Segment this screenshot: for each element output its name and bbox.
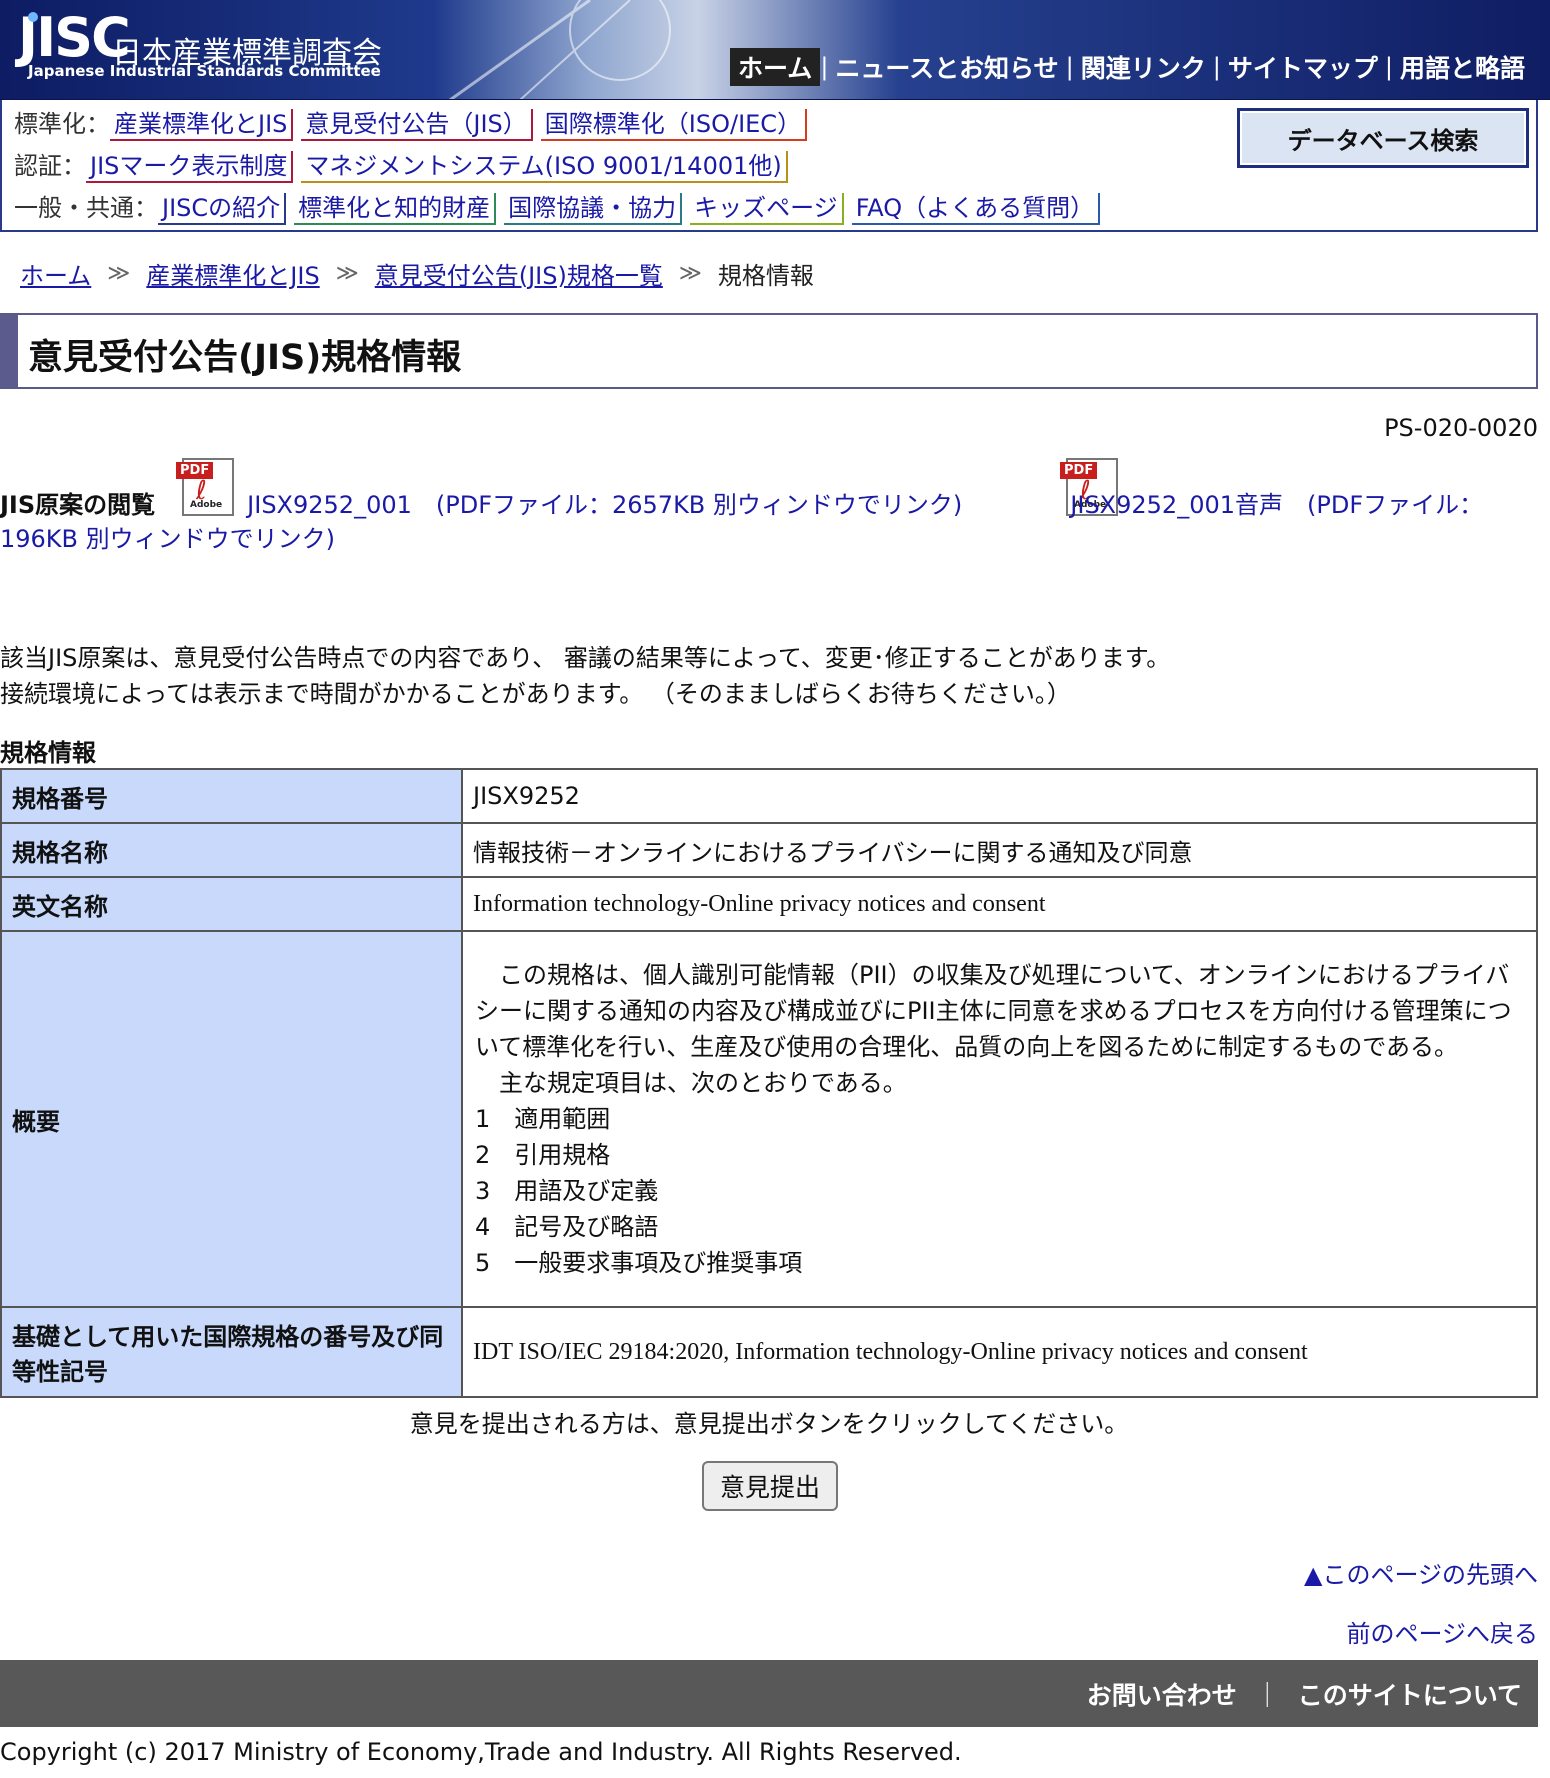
spec-key: 概要 xyxy=(0,930,463,1308)
nav-glossary[interactable]: 用語と略語 xyxy=(1393,49,1532,85)
breadcrumb-home[interactable]: ホーム xyxy=(20,256,91,291)
notice-line: 該当JIS原案は、意見受付公告時点での内容であり、 審議の結果等によって、変更･… xyxy=(0,644,1171,672)
table-row: 規格名称 情報技術－オンラインにおけるプライバシーに関する通知及び同意 xyxy=(0,822,1538,878)
catnav-link-jis-mark[interactable]: JISマーク表示制度 xyxy=(86,151,294,183)
footer-about-link[interactable]: このサイトについて xyxy=(1298,1676,1522,1712)
back-to-top-link[interactable]: ▲このページの先頭へ xyxy=(1304,1555,1538,1590)
spec-value-english: Information technology-Online privacy no… xyxy=(461,876,1538,932)
catnav-label: 一般・共通： xyxy=(14,194,158,222)
footer-separator: ｜ xyxy=(1254,1680,1280,1710)
pdf-label: PDF xyxy=(176,462,214,479)
nav-separator: | xyxy=(1384,53,1393,81)
notice-line: 接続環境によっては表示まで時間がかかることがあります。 （そのまましばらくお待ち… xyxy=(0,680,1071,708)
spec-value-summary: この規格は、個人識別可能情報（PII）の収集及び処理について、オンラインにおける… xyxy=(461,930,1538,1308)
breadcrumb-chevron-icon: ≫ xyxy=(107,261,131,286)
spec-heading: 規格情報 xyxy=(0,739,96,767)
catnav-link-kids[interactable]: キッズページ xyxy=(690,193,844,225)
breadcrumb-chevron-icon: ≫ xyxy=(335,261,359,286)
catnav-link-management-system[interactable]: マネジメントシステム(ISO 9001/14001他) xyxy=(301,151,788,183)
pdf-link-main[interactable]: JISX9252_001 (PDFファイル：2657KB 別ウィンドウでリンク) xyxy=(247,491,986,519)
summary-item: 1 適用範囲 xyxy=(475,1105,611,1133)
nav-links[interactable]: 関連リンク xyxy=(1074,49,1213,85)
catnav-row-general: 一般・共通： JISCの紹介 標準化と知的財産 国際協議・協力 キッズページ F… xyxy=(14,188,1108,225)
catnav-link-public-comment[interactable]: 意見受付公告（JIS） xyxy=(301,109,533,141)
footer-bar: お問い合わせ ｜ このサイトについて xyxy=(0,1660,1538,1727)
catnav-link-intl-cooperation[interactable]: 国際協議・協力 xyxy=(504,193,683,225)
table-row: 概要 この規格は、個人識別可能情報（PII）の収集及び処理について、オンラインに… xyxy=(0,930,1538,1308)
summary-item: 4 記号及び略語 xyxy=(475,1213,659,1241)
ps-id: PS-020-0020 xyxy=(1384,414,1538,442)
summary-paragraph: 主な規定項目は、次のとおりである。 xyxy=(475,1069,907,1097)
draft-view-row: JIS原案の閲覧 JISX9252_001 (PDFファイル：2657KB 別ウィ… xyxy=(0,488,1540,556)
nav-sitemap[interactable]: サイトマップ xyxy=(1221,49,1385,85)
logo-english-name: Japanese Industrial Standards Committee xyxy=(28,62,381,80)
logo-dot-icon xyxy=(28,12,38,22)
spec-key: 基礎として用いた国際規格の番号及び同等性記号 xyxy=(0,1306,463,1398)
summary-paragraph: この規格は、個人識別可能情報（PII）の収集及び処理について、オンラインにおける… xyxy=(475,961,1512,1061)
previous-page-link[interactable]: 前のページへ戻る xyxy=(1346,1614,1538,1649)
spec-key: 英文名称 xyxy=(0,876,463,932)
nav-news[interactable]: ニュースとお知らせ xyxy=(828,49,1065,85)
notice-text: 該当JIS原案は、意見受付公告時点での内容であり、 審議の結果等によって、変更･… xyxy=(0,640,1170,712)
page-title: 意見受付公告(JIS)規格情報 xyxy=(28,338,462,378)
footer-contact-link[interactable]: お問い合わせ xyxy=(1087,1676,1237,1712)
catnav-label: 標準化： xyxy=(14,110,110,138)
page-title-box: 意見受付公告(JIS)規格情報 xyxy=(0,313,1538,389)
breadcrumb-current: 規格情報 xyxy=(717,262,814,290)
summary-item: 3 用語及び定義 xyxy=(475,1177,659,1205)
draft-view-label: JIS原案の閲覧 xyxy=(0,491,156,519)
spec-key: 規格番号 xyxy=(0,768,463,824)
catnav-link-intl-standardization[interactable]: 国際標準化（ISO/IEC） xyxy=(540,109,808,141)
summary-item: 2 引用規格 xyxy=(475,1141,611,1169)
catnav-link-ip[interactable]: 標準化と知的財産 xyxy=(294,193,497,225)
nav-separator: | xyxy=(1212,53,1221,81)
nav-separator: | xyxy=(820,53,829,81)
catnav-link-jis[interactable]: 産業標準化とJIS xyxy=(110,109,294,141)
table-row: 英文名称 Information technology-Online priva… xyxy=(0,876,1538,932)
catnav-row-standardization: 標準化： 産業標準化とJIS 意見受付公告（JIS） 国際標準化（ISO/IEC… xyxy=(14,104,815,141)
summary-text: この規格は、個人識別可能情報（PII）の収集及び処理について、オンラインにおける… xyxy=(473,953,1526,1285)
catnav-link-about-jisc[interactable]: JISCの紹介 xyxy=(158,193,287,225)
spec-value-number: JISX9252 xyxy=(461,768,1538,824)
spec-key: 規格名称 xyxy=(0,822,463,878)
pdf-label: PDF xyxy=(1060,462,1098,479)
submit-opinion-button[interactable]: 意見提出 xyxy=(702,1461,838,1511)
banner-decoration xyxy=(449,0,671,99)
summary-item: 5 一般要求事項及び推奨事項 xyxy=(475,1249,803,1277)
catnav-row-certification: 認証： JISマーク表示制度 マネジメントシステム(ISO 9001/14001… xyxy=(14,146,796,183)
breadcrumb: ホーム ≫ 産業標準化とJIS ≫ 意見受付公告(JIS)規格一覧 ≫ 規格情報 xyxy=(20,256,814,291)
copyright: Copyright (c) 2017 Ministry of Economy,T… xyxy=(0,1738,962,1766)
spec-value-name: 情報技術－オンラインにおけるプライバシーに関する通知及び同意 xyxy=(461,822,1538,878)
header-banner: JISC 日本産業標準調査会 Japanese Industrial Stand… xyxy=(0,0,1550,100)
catnav-label: 認証： xyxy=(14,152,86,180)
breadcrumb-jis[interactable]: 産業標準化とJIS xyxy=(146,256,319,291)
nav-home[interactable]: ホーム xyxy=(730,48,821,86)
title-accent-bar xyxy=(0,315,18,387)
spec-table: 規格番号 JISX9252 規格名称 情報技術－オンラインにおけるプライバシーに… xyxy=(0,768,1538,1398)
nav-separator: | xyxy=(1065,53,1074,81)
spec-value-intl: IDT ISO/IEC 29184:2020, Information tech… xyxy=(461,1306,1538,1398)
table-row: 基礎として用いた国際規格の番号及び同等性記号 IDT ISO/IEC 29184… xyxy=(0,1306,1538,1398)
breadcrumb-list[interactable]: 意見受付公告(JIS)規格一覧 xyxy=(375,256,663,291)
top-nav: ホーム | ニュースとお知らせ | 関連リンク | サイトマップ | 用語と略語 xyxy=(730,48,1532,86)
table-row: 規格番号 JISX9252 xyxy=(0,768,1538,824)
catnav-link-faq[interactable]: FAQ（よくある質問） xyxy=(851,193,1101,225)
breadcrumb-chevron-icon: ≫ xyxy=(678,261,702,286)
submit-instruction: 意見を提出される方は、意見提出ボタンをクリックしてください。 xyxy=(409,1410,1129,1438)
database-search-button[interactable]: データベース検索 xyxy=(1237,108,1529,168)
